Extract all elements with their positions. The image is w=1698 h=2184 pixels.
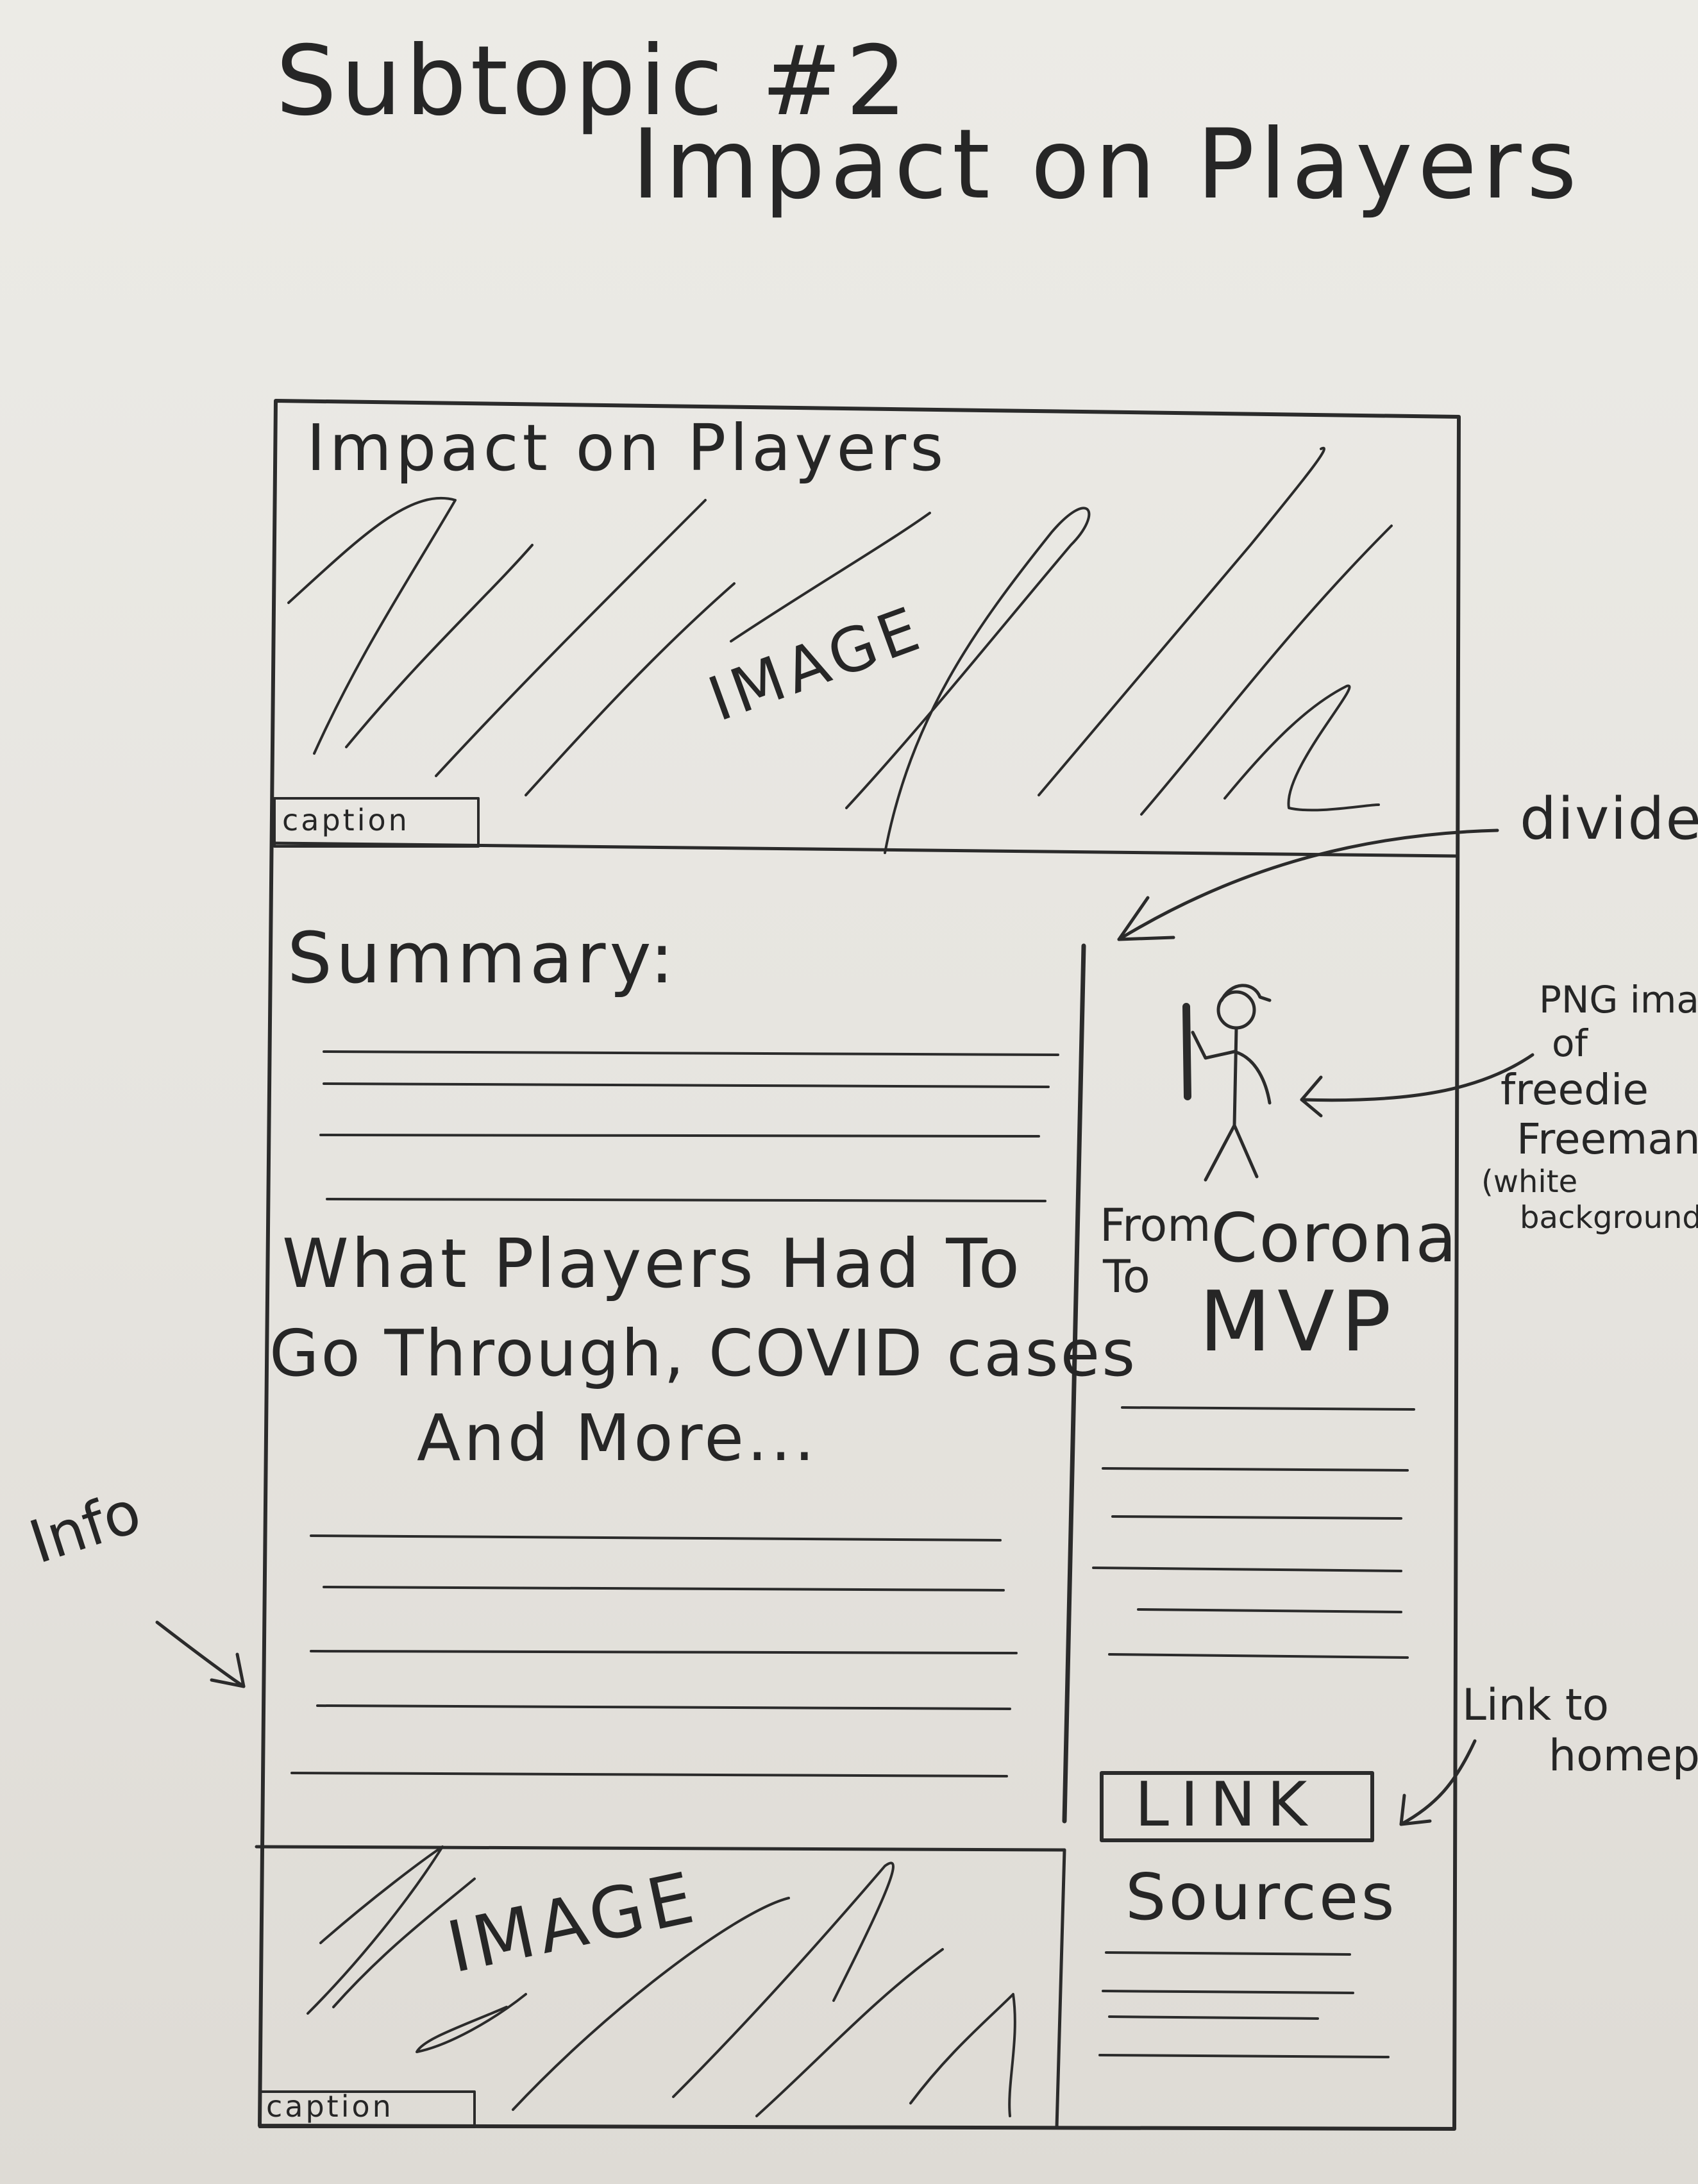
sources-label: Sources: [1125, 1860, 1397, 1935]
bottom-caption: caption: [266, 2089, 394, 2124]
wireframe-sketch: [155, 399, 1534, 2131]
info-arrow: [155, 1620, 246, 1688]
png-note-line-1: PNG image: [1539, 978, 1698, 1021]
summary-label: Summary:: [287, 917, 678, 999]
summary-text-lines: [319, 1050, 1059, 1202]
info-heading-line-3: And More...: [417, 1400, 818, 1475]
png-note-line-3: freedie: [1500, 1065, 1649, 1114]
link-note-line-2: homepage: [1549, 1731, 1698, 1781]
link-note-line-1: Link to: [1462, 1680, 1610, 1731]
sources-text-lines: [1098, 1951, 1390, 2058]
homepage-link[interactable]: LINK: [1135, 1770, 1318, 1840]
divider-arrow: [1117, 828, 1499, 941]
png-note-line-2: of: [1552, 1021, 1588, 1065]
player-figure-icon: [1182, 984, 1272, 1182]
info-heading-line-2: Go Through, COVID cases: [269, 1316, 1138, 1391]
annotation-divider: divider: [1520, 785, 1698, 853]
info-heading-line-1: What Players Had To: [282, 1225, 1022, 1303]
sidebar-from-label: From: [1100, 1199, 1211, 1252]
sidebar-headline-mvp: MVP: [1199, 1273, 1398, 1370]
sidebar-headline-corona: Corona: [1211, 1199, 1458, 1277]
annotation-png-note: PNG image of freedie Freeman (white back…: [1481, 978, 1698, 1236]
banner-caption: caption: [282, 803, 410, 837]
sidebar-to-label: To: [1103, 1250, 1150, 1303]
banner-title: Impact on Players: [307, 410, 948, 485]
info-heading: What Players Had To Go Through, COVID ca…: [269, 1225, 1135, 1475]
annotation-link-note: Link to homepage: [1462, 1680, 1698, 1781]
info-text-lines: [290, 1534, 1018, 1777]
png-note-line-5: (white: [1481, 1164, 1578, 1200]
png-note-line-4: Freeman: [1517, 1114, 1698, 1164]
png-note-line-6: background): [1520, 1200, 1698, 1236]
